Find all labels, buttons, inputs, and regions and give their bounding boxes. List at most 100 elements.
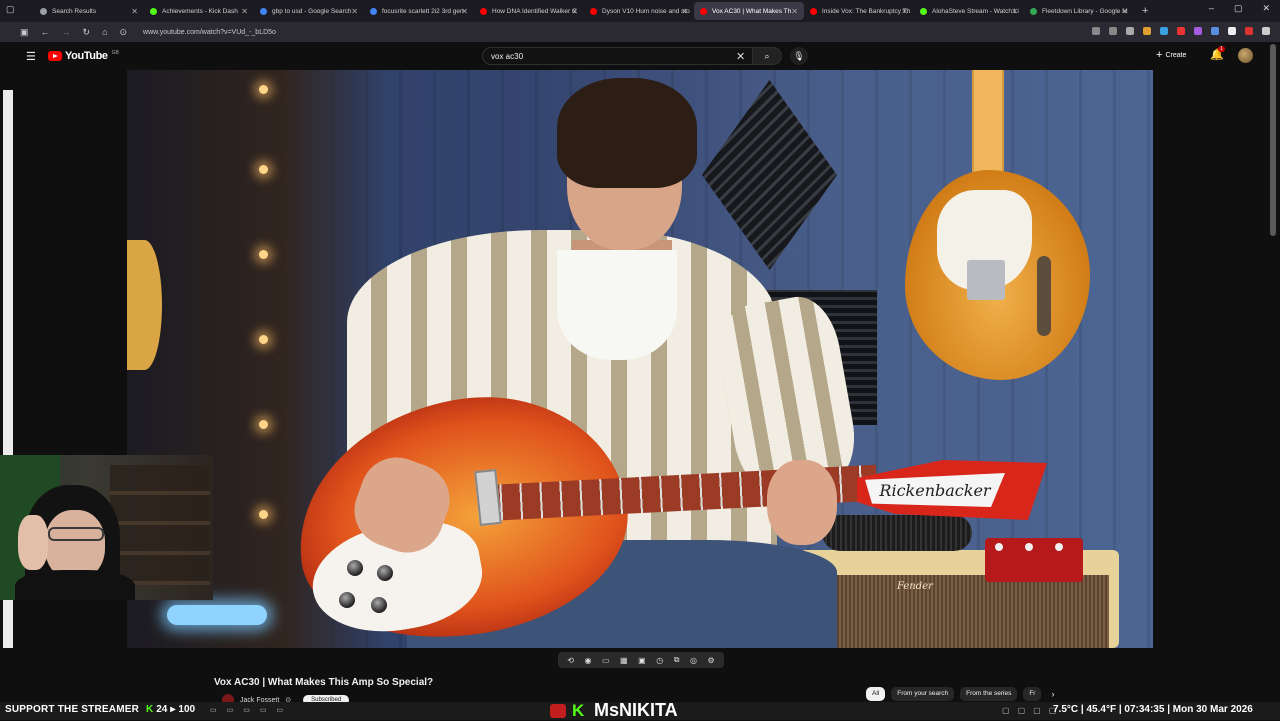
tab-favicon-icon	[700, 7, 707, 15]
search-button[interactable]: ⌕	[752, 47, 782, 65]
hamburger-menu-icon[interactable]: ☰	[26, 50, 36, 63]
create-label: Create	[1165, 51, 1187, 59]
search-input[interactable]: vox ac30	[482, 47, 752, 65]
browser-tab[interactable]: Dyson V10 Hum noise and sto ✕	[584, 2, 694, 20]
extension-icon[interactable]	[1109, 27, 1117, 35]
tab-favicon-icon	[920, 7, 927, 15]
back-icon[interactable]: ←	[41, 27, 50, 37]
extension-icon[interactable]	[1245, 27, 1253, 35]
close-tab-icon[interactable]: ✕	[241, 7, 248, 16]
left-edge-panel	[3, 90, 13, 455]
miniplayer-icon[interactable]: ▣	[638, 656, 646, 665]
voice-search-button[interactable]: 🎙	[790, 47, 808, 65]
left-edge-panel	[3, 600, 13, 648]
speed-icon[interactable]: ◷	[656, 656, 663, 665]
chip-partial[interactable]: Fr	[1023, 687, 1042, 701]
home-icon[interactable]: ⌂	[102, 27, 107, 37]
calendar-icon[interactable]: ▦	[620, 656, 628, 665]
taskbar-app-icon[interactable]: ▭	[243, 706, 250, 714]
browser-tab[interactable]: Search Results ✕	[34, 2, 144, 20]
close-tab-icon[interactable]: ✕	[901, 7, 908, 16]
video-player[interactable]: Fender Rickenbacker	[127, 70, 1153, 648]
bookmark-star-icon[interactable]	[1126, 27, 1134, 35]
extension-icon[interactable]	[1194, 27, 1202, 35]
tab-title: gbp to usd - Google Search	[272, 7, 352, 15]
taskbar-app-icon[interactable]: ▭	[227, 706, 234, 714]
maximize-icon[interactable]: ▢	[1234, 3, 1243, 14]
minimize-icon[interactable]: –	[1209, 3, 1214, 14]
extension-icon[interactable]	[1160, 27, 1168, 35]
cast-icon[interactable]: ▭	[602, 656, 610, 665]
youtube-logo[interactable]: YouTube GB	[48, 50, 119, 62]
account-avatar[interactable]	[1238, 48, 1253, 63]
close-tab-icon[interactable]: ✕	[131, 7, 138, 16]
extension-icon[interactable]	[1211, 27, 1219, 35]
sidebar-toggle-icon[interactable]: ▣	[20, 27, 29, 38]
browser-tab-strip: ▢ Search Results ✕ Achievements - Kick Das…	[0, 0, 1280, 22]
tab-favicon-icon	[260, 7, 267, 15]
extension-icon[interactable]	[1228, 27, 1236, 35]
close-tab-icon[interactable]: ✕	[1121, 7, 1128, 16]
menu-icon[interactable]	[1262, 27, 1270, 35]
page-scrollbar[interactable]	[1270, 44, 1276, 236]
video-frame-knob	[347, 560, 363, 576]
site-info-icon[interactable]: ⊙	[120, 27, 128, 38]
settings-gear-icon[interactable]: ⚙	[707, 656, 714, 665]
browser-tab[interactable]: focusrite scarlett 2i2 3rd gen ✕	[364, 2, 474, 20]
close-tab-icon[interactable]: ✕	[351, 7, 358, 16]
create-button[interactable]: + Create	[1156, 49, 1186, 61]
screenshot-icon[interactable]: ◎	[690, 656, 697, 665]
taskbar-app-icon[interactable]: ▭	[210, 706, 217, 714]
reload-icon[interactable]: ↻	[83, 27, 91, 38]
browser-tab[interactable]: gbp to usd - Google Search ✕	[254, 2, 364, 20]
search-icon: ⌕	[764, 50, 770, 61]
microphone-icon: 🎙	[793, 50, 805, 61]
close-tab-icon[interactable]: ✕	[1011, 7, 1018, 16]
browser-tab[interactable]: AlohaSteve Stream - Watch Li ✕	[914, 2, 1024, 20]
kick-badge-icon	[550, 704, 566, 718]
url-field[interactable]: www.youtube.com/watch?v=VUd_-_bLD5o	[143, 29, 276, 36]
taskbar-app-icon[interactable]: ▭	[260, 706, 267, 714]
tab-title: Fleetdown Library - Google M	[1042, 7, 1128, 15]
chevron-right-icon[interactable]: ›	[1051, 687, 1054, 701]
tab-title: How DNA Identified Walker C	[492, 7, 577, 15]
tab-title: focusrite scarlett 2i2 3rd gen	[382, 7, 464, 15]
browser-tab[interactable]: How DNA Identified Walker C ✕	[474, 2, 584, 20]
browser-tab[interactable]: Inside Vox: The Bankruptcy Th ✕	[804, 2, 914, 20]
close-tab-icon[interactable]: ✕	[791, 7, 798, 16]
close-window-icon[interactable]: ✕	[1262, 3, 1270, 14]
close-tab-icon[interactable]: ✕	[461, 7, 468, 16]
tray-icon[interactable]: ▢	[1018, 706, 1026, 715]
chip-all[interactable]: All	[866, 687, 886, 701]
video-frame-undershirt	[557, 250, 677, 360]
extension-icon[interactable]	[1143, 27, 1151, 35]
browser-tab[interactable]: Vox AC30 | What Makes Th ✕	[694, 2, 804, 20]
taskbar-app-icon[interactable]: ▭	[277, 706, 284, 714]
tab-manager-icon[interactable]: ▢	[6, 4, 15, 15]
tab-favicon-icon	[40, 7, 47, 15]
extension-icon[interactable]	[1092, 27, 1100, 35]
tray-icon[interactable]: ▢	[1002, 706, 1010, 715]
pip-icon[interactable]: ⧉	[674, 655, 680, 665]
audio-icon[interactable]: ◉	[584, 656, 591, 665]
clear-search-icon[interactable]: ✕	[736, 50, 745, 63]
chip-from-series[interactable]: From the series	[960, 687, 1018, 701]
logo-country-code: GB	[111, 50, 119, 56]
new-tab-button[interactable]: +	[1142, 5, 1148, 17]
extension-icon[interactable]	[1177, 27, 1185, 35]
browser-tab[interactable]: Fleetdown Library - Google M ✕	[1024, 2, 1134, 20]
loop-icon[interactable]: ⟲	[567, 656, 574, 665]
video-frame-amp-grill	[809, 575, 1109, 648]
browser-tab[interactable]: Achievements - Kick Dash ✕	[144, 2, 254, 20]
chip-from-search[interactable]: From your search	[891, 687, 955, 701]
kick-icon: K	[146, 704, 154, 715]
youtube-header: ☰ YouTube GB vox ac30 ✕ ⌕ 🎙 + Create 🔔 1	[0, 42, 1280, 70]
close-tab-icon[interactable]: ✕	[571, 7, 578, 16]
tray-icon[interactable]: ▢	[1033, 706, 1041, 715]
close-tab-icon[interactable]: ✕	[681, 7, 688, 16]
forward-icon[interactable]: →	[62, 27, 71, 37]
tab-strip-controls: ▢	[6, 4, 15, 15]
video-frame-telecaster-bridge	[967, 260, 1005, 300]
video-frame-hand	[767, 460, 837, 545]
goal-separator-icon: ▸	[170, 704, 176, 715]
